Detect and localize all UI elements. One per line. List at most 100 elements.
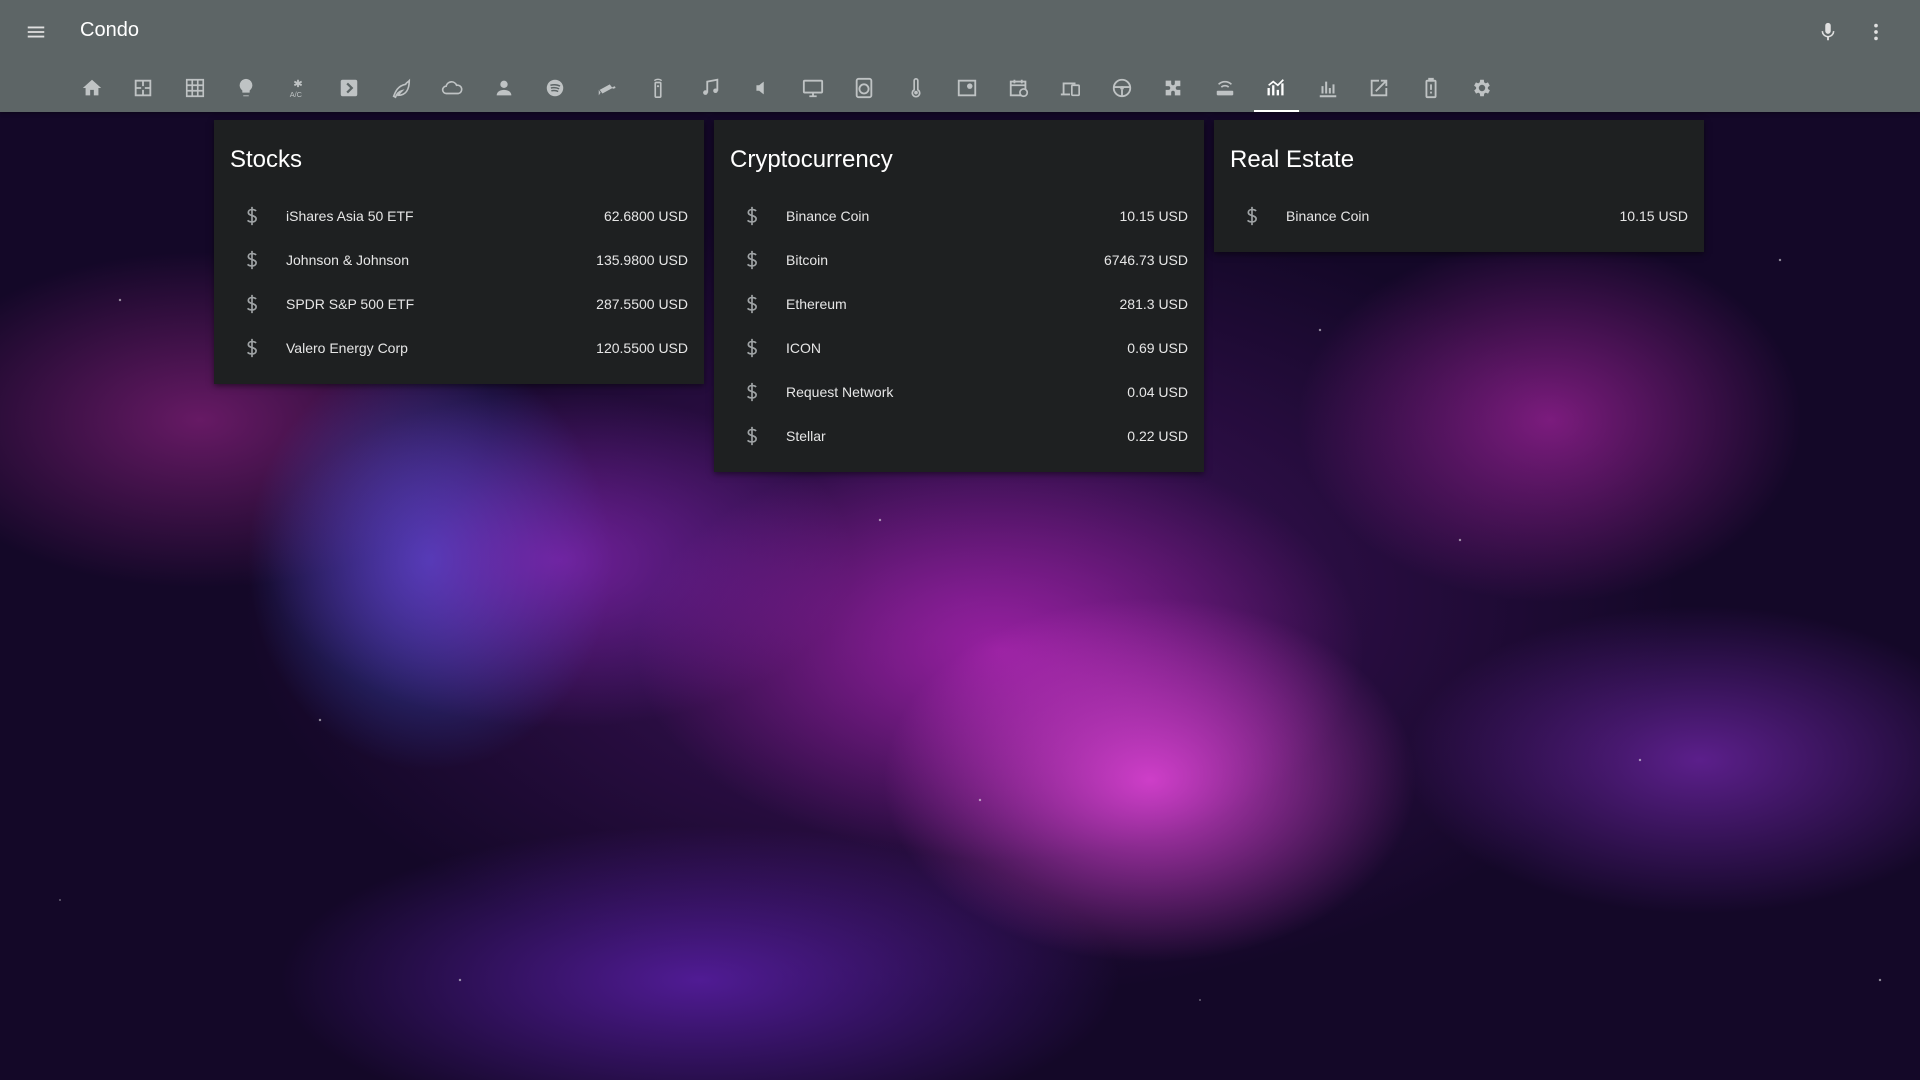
home-icon <box>82 79 101 96</box>
item-name: Valero Energy Corp <box>286 340 408 356</box>
item-name: Johnson & Johnson <box>286 252 409 268</box>
finance-icon <box>1267 79 1285 96</box>
microphone-icon <box>1821 22 1835 41</box>
top-bar: Condo <box>0 0 1920 64</box>
tab-grid[interactable] <box>169 64 221 112</box>
tab-external[interactable] <box>1354 64 1406 112</box>
settings-icon <box>1474 79 1491 97</box>
remote-icon <box>654 78 663 98</box>
tab-addons[interactable] <box>1148 64 1200 112</box>
map-icon <box>958 79 977 97</box>
air-conditioner-icon: A/C <box>290 79 303 99</box>
tab-weather[interactable] <box>427 64 479 112</box>
currency-usd-icon <box>240 336 264 360</box>
list-item[interactable]: Johnson & Johnson 135.9800 USD <box>214 238 704 282</box>
currency-usd-icon <box>240 248 264 272</box>
tab-floorplan[interactable] <box>118 64 170 112</box>
item-name: Request Network <box>786 384 894 400</box>
item-value: 120.5500 USD <box>596 340 688 356</box>
tab-people[interactable] <box>478 64 530 112</box>
tab-lights[interactable] <box>221 64 273 112</box>
item-value: 10.15 USD <box>1119 208 1188 224</box>
currency-usd-icon <box>740 248 764 272</box>
item-value: 62.6800 USD <box>603 208 688 224</box>
item-value: 0.04 USD <box>1127 384 1188 400</box>
floorplan-icon <box>135 79 152 97</box>
list-item[interactable]: SPDR S&P 500 ETF 287.5500 USD <box>214 282 704 326</box>
app-toolbar: Condo A/C <box>0 0 1920 112</box>
svg-text:A/C: A/C <box>290 90 303 99</box>
tab-garden[interactable] <box>375 64 427 112</box>
tab-home[interactable] <box>66 64 118 112</box>
list-item[interactable]: ICON 0.69 USD <box>714 326 1204 370</box>
tab-laundry[interactable] <box>839 64 891 112</box>
tab-network[interactable] <box>1199 64 1251 112</box>
tab-map[interactable] <box>942 64 994 112</box>
speaker-icon <box>756 81 764 95</box>
stocks-card: Stocks iShares Asia 50 ETF 62.6800 USD J… <box>214 120 704 384</box>
spotify-icon <box>547 79 564 97</box>
item-name: Ethereum <box>786 296 847 312</box>
tab-car[interactable] <box>1096 64 1148 112</box>
steering-wheel-icon <box>1112 78 1131 98</box>
card-title: Stocks <box>230 146 303 173</box>
item-name: Bitcoin <box>786 252 829 268</box>
tab-plex[interactable] <box>324 64 376 112</box>
washing-machine-icon <box>856 77 873 99</box>
item-name: SPDR S&P 500 ETF <box>286 296 415 312</box>
list-item[interactable]: Valero Energy Corp 120.5500 USD <box>214 326 704 370</box>
tab-music[interactable] <box>684 64 736 112</box>
list-item[interactable]: Ethereum 281.3 USD <box>714 282 1204 326</box>
card-title: Cryptocurrency <box>730 146 893 173</box>
view-tabs: A/C <box>66 64 1508 112</box>
list-item[interactable]: Stellar 0.22 USD <box>714 414 1204 458</box>
devices-icon <box>1061 82 1081 97</box>
voice-command-button[interactable] <box>1814 18 1842 46</box>
cloud-icon <box>442 81 463 95</box>
puzzle-icon <box>1165 80 1181 96</box>
card-title: Real Estate <box>1230 146 1355 173</box>
item-value: 6746.73 USD <box>1103 252 1188 268</box>
list-item[interactable]: Binance Coin 10.15 USD <box>1214 194 1704 238</box>
list-item[interactable]: Request Network 0.04 USD <box>714 370 1204 414</box>
calendar-clock-icon <box>1009 79 1028 98</box>
item-value: 281.3 USD <box>1119 296 1188 312</box>
list-item[interactable]: Bitcoin 6746.73 USD <box>714 238 1204 282</box>
more-vertical-icon <box>1874 23 1878 41</box>
tab-climate[interactable]: A/C <box>272 64 324 112</box>
currency-usd-icon <box>240 292 264 316</box>
currency-usd-icon <box>740 292 764 316</box>
tab-remote[interactable] <box>633 64 685 112</box>
leaf-icon <box>392 78 410 99</box>
item-name: Stellar <box>786 428 826 444</box>
more-options-button[interactable] <box>1862 18 1890 46</box>
tab-statistics[interactable] <box>1302 64 1354 112</box>
music-note-icon <box>702 78 718 95</box>
bar-chart-icon <box>1319 81 1336 98</box>
tab-finance[interactable] <box>1251 64 1303 112</box>
tab-calendar[interactable] <box>993 64 1045 112</box>
currency-usd-icon <box>1240 204 1264 228</box>
tab-settings[interactable] <box>1457 64 1509 112</box>
currency-usd-icon <box>740 424 764 448</box>
tab-devices[interactable] <box>1045 64 1097 112</box>
grid-icon <box>185 78 204 98</box>
tab-tv[interactable] <box>787 64 839 112</box>
open-in-new-icon <box>1371 79 1388 97</box>
currency-usd-icon <box>240 204 264 228</box>
tab-battery[interactable] <box>1405 64 1457 112</box>
tab-speakers[interactable] <box>736 64 788 112</box>
list-item[interactable]: iShares Asia 50 ETF 62.6800 USD <box>214 194 704 238</box>
tab-spotify[interactable] <box>530 64 582 112</box>
monitor-icon <box>802 79 823 98</box>
plex-icon <box>341 79 358 97</box>
item-value: 0.69 USD <box>1127 340 1188 356</box>
menu-icon <box>27 26 45 38</box>
item-value: 0.22 USD <box>1127 428 1188 444</box>
list-item[interactable]: Binance Coin 10.15 USD <box>714 194 1204 238</box>
tab-temperature[interactable] <box>890 64 942 112</box>
tab-cameras[interactable] <box>581 64 633 112</box>
battery-alert-icon <box>1425 77 1437 99</box>
item-name: Binance Coin <box>1286 208 1370 224</box>
menu-button[interactable] <box>20 18 52 46</box>
